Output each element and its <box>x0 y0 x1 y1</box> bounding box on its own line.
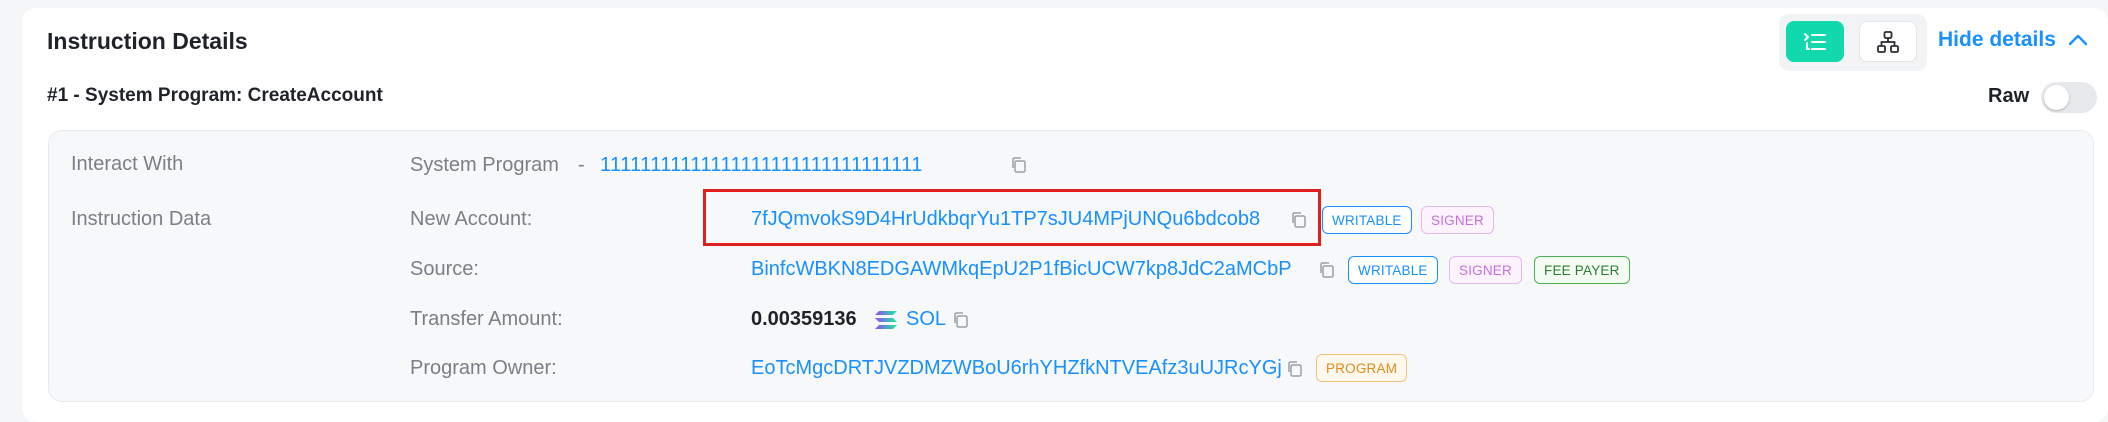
signer-badge: SIGNER <box>1421 206 1494 234</box>
chevron-up-icon <box>2068 34 2088 46</box>
program-name: System Program <box>410 154 559 176</box>
program-badge: PROGRAM <box>1316 354 1408 382</box>
copy-icon[interactable] <box>1010 156 1028 174</box>
sol-token-link[interactable]: SOL <box>906 308 946 331</box>
writable-badge: WRITABLE <box>1322 206 1412 234</box>
hide-details-button[interactable]: Hide details <box>1938 28 2088 52</box>
program-separator: - <box>578 154 585 176</box>
source-label: Source: <box>410 258 479 280</box>
transfer-amount-label: Transfer Amount: <box>410 308 563 330</box>
tree-view-button[interactable] <box>1859 21 1917 62</box>
solana-icon <box>875 311 897 329</box>
instruction-data-label: Instruction Data <box>71 208 212 230</box>
instruction-heading: #1 - System Program: CreateAccount <box>47 85 383 106</box>
list-icon <box>1804 32 1826 50</box>
hide-details-label: Hide details <box>1938 28 2056 51</box>
program-owner-address-link[interactable]: EoTcMgcDRTJVZDMZWBoU6rhYHZfkNTVEAfz3uUJR… <box>751 357 1282 380</box>
card-title: Instruction Details <box>47 28 248 54</box>
raw-label: Raw <box>1988 85 2030 107</box>
hierarchy-icon <box>1877 30 1899 53</box>
copy-icon[interactable] <box>1318 261 1336 279</box>
highlight-box <box>703 189 1321 246</box>
copy-icon[interactable] <box>1286 360 1304 378</box>
signer-badge: SIGNER <box>1449 256 1522 284</box>
fee-payer-badge: FEE PAYER <box>1534 256 1630 284</box>
interact-with-label: Interact With <box>71 153 184 175</box>
copy-icon[interactable] <box>952 311 970 329</box>
raw-toggle[interactable] <box>2041 82 2097 113</box>
view-mode-toggle <box>1779 14 1927 71</box>
transfer-amount-value: 0.00359136 <box>751 308 857 330</box>
list-view-button[interactable] <box>1786 21 1844 62</box>
new-account-label: New Account: <box>410 208 533 230</box>
raw-toggle-knob <box>2044 85 2069 110</box>
source-address-link[interactable]: BinfcWBKN8EDGAWMkqEpU2P1fBicUCW7kp8JdC2a… <box>751 258 1292 281</box>
program-address-link[interactable]: 11111111111111111111111111111111 <box>600 154 923 177</box>
writable-badge: WRITABLE <box>1348 256 1438 284</box>
program-owner-label: Program Owner: <box>410 357 557 379</box>
